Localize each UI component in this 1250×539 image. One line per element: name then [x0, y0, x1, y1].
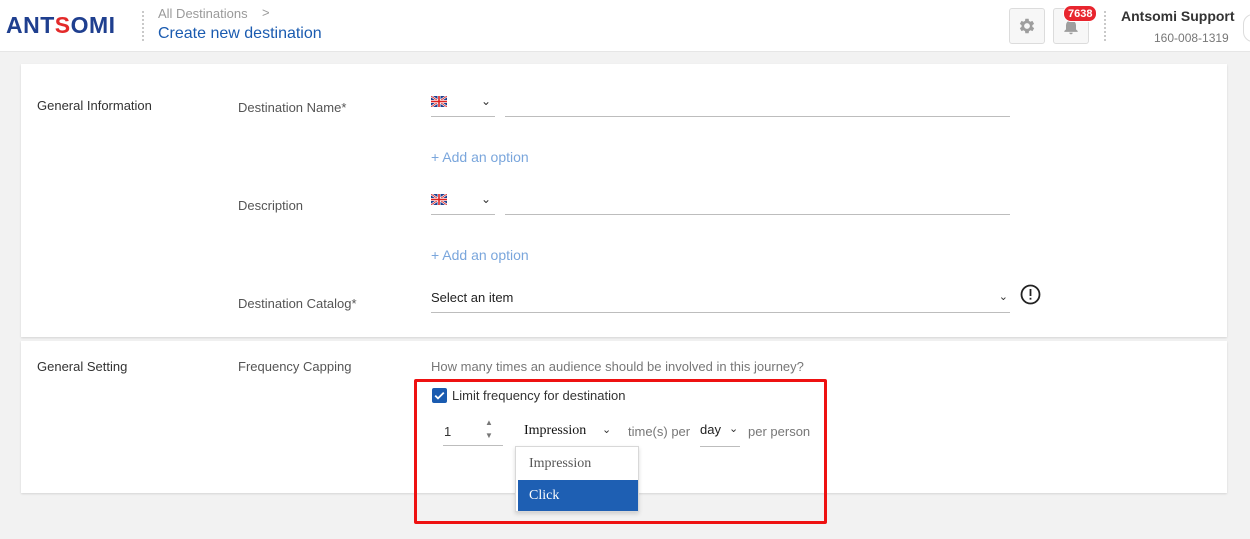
frequency-type-dropdown: Impression Click — [515, 446, 639, 512]
destination-name-label: Destination Name* — [238, 100, 347, 115]
decrement-arrow-icon[interactable]: ▼ — [485, 431, 493, 440]
frequency-question: How many times an audience should be inv… — [431, 359, 804, 374]
frequency-period-value: day — [700, 422, 721, 437]
frequency-type-value: Impression — [524, 423, 587, 438]
breadcrumb-chevron: > — [262, 5, 270, 20]
per-person-text: per person — [748, 424, 811, 439]
description-label: Description — [238, 198, 304, 213]
chevron-down-icon: ⌄ — [998, 291, 1008, 303]
chevron-down-icon: ⌄ — [602, 424, 612, 436]
destination-name-language-select[interactable]: ⌄ — [431, 93, 495, 117]
frequency-count-value: 1 — [444, 424, 452, 439]
checkmark-icon — [434, 391, 445, 400]
logo-text: ANTSOMI — [6, 12, 116, 38]
general-information-card: General Information Destination Name* ⌄ … — [21, 64, 1227, 337]
uk-flag-icon — [431, 194, 447, 205]
user-avatar[interactable] — [1243, 14, 1250, 42]
header-divider — [142, 11, 145, 41]
description-input[interactable] — [505, 191, 1010, 215]
destination-catalog-select[interactable]: Select an item ⌄ — [431, 288, 1010, 313]
chevron-down-icon: ⌄ — [729, 423, 739, 435]
page-title: Create new destination — [158, 25, 322, 42]
user-account-id: 160-008-1319 — [1154, 31, 1229, 45]
uk-flag-icon — [431, 96, 447, 107]
dropdown-option-impression[interactable]: Impression — [518, 448, 638, 479]
gear-icon — [1019, 18, 1035, 34]
frequency-count-stepper[interactable]: 1 ▲ ▼ — [443, 418, 503, 446]
increment-arrow-icon[interactable]: ▲ — [485, 418, 493, 427]
user-name[interactable]: Antsomi Support — [1121, 8, 1235, 24]
limit-frequency-label[interactable]: Limit frequency for destination — [452, 388, 625, 403]
frequency-type-select[interactable]: Impression ⌄ — [520, 418, 615, 446]
destination-name-add-option[interactable]: + Add an option — [431, 149, 529, 165]
general-information-label: General Information — [37, 98, 152, 113]
catalog-placeholder: Select an item — [431, 290, 514, 305]
general-setting-label: General Setting — [37, 359, 128, 374]
notification-count-badge: 7638 — [1063, 5, 1098, 22]
settings-button[interactable] — [1009, 8, 1045, 44]
frequency-period-select[interactable]: day ⌄ — [700, 420, 740, 447]
frequency-capping-label: Frequency Capping — [238, 359, 352, 374]
chevron-down-icon: ⌄ — [481, 94, 492, 108]
limit-frequency-checkbox[interactable] — [432, 388, 447, 403]
breadcrumb-all-destinations[interactable]: All Destinations — [158, 6, 248, 21]
antsomi-logo[interactable]: ANTSOMI — [6, 12, 116, 39]
chevron-down-icon: ⌄ — [481, 192, 492, 206]
destination-name-input[interactable] — [505, 93, 1010, 117]
description-language-select[interactable]: ⌄ — [431, 191, 495, 215]
alert-circle-icon[interactable] — [1020, 284, 1041, 305]
description-add-option[interactable]: + Add an option — [431, 247, 529, 263]
dropdown-option-click[interactable]: Click — [518, 480, 638, 511]
times-per-text: time(s) per — [628, 424, 691, 439]
header-divider-right — [1104, 11, 1107, 41]
top-header: ANTSOMI All Destinations > Create new de… — [0, 0, 1250, 52]
destination-catalog-label: Destination Catalog* — [238, 296, 357, 311]
